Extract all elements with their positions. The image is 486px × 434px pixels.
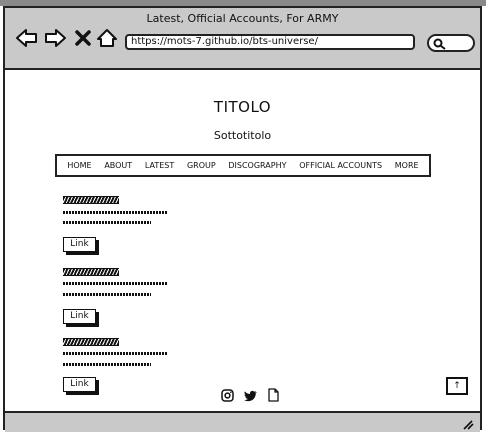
home-icon[interactable] bbox=[95, 26, 119, 50]
post-heading-placeholder bbox=[63, 268, 119, 276]
browser-window: Latest, Official Accounts, For ARMY http… bbox=[3, 6, 482, 432]
nav-item-about[interactable]: ABOUT bbox=[104, 161, 132, 170]
page-title: TITOLO bbox=[213, 98, 272, 116]
post-text-placeholder bbox=[63, 363, 151, 366]
post-text-placeholder bbox=[63, 211, 167, 214]
post-text-placeholder bbox=[63, 282, 167, 285]
post-text-placeholder bbox=[63, 352, 167, 355]
post-link-button[interactable]: Link bbox=[63, 377, 96, 392]
forward-arrow-icon[interactable] bbox=[43, 26, 67, 50]
post-heading-placeholder bbox=[63, 338, 119, 346]
resize-grip-icon[interactable] bbox=[462, 420, 474, 430]
close-icon[interactable] bbox=[71, 26, 95, 50]
url-bar[interactable]: https://mots-7.github.io/bts-universe/ bbox=[125, 34, 415, 50]
twitter-icon[interactable] bbox=[244, 387, 258, 406]
document-icon[interactable] bbox=[268, 387, 279, 406]
nav-item-latest[interactable]: LATEST bbox=[145, 161, 174, 170]
nav-item-home[interactable]: HOME bbox=[67, 161, 91, 170]
post-link-button[interactable]: Link bbox=[63, 309, 96, 324]
page-subtitle: Sottotitolo bbox=[213, 129, 272, 142]
back-arrow-icon[interactable] bbox=[15, 26, 39, 50]
footer-social-icons bbox=[221, 387, 291, 406]
nav-item-official-accounts[interactable]: OFFICIAL ACCOUNTS bbox=[299, 161, 382, 170]
window-title: Latest, Official Accounts, For ARMY bbox=[146, 12, 339, 25]
nav-item-more[interactable]: MORE bbox=[395, 161, 419, 170]
instagram-icon[interactable] bbox=[221, 387, 234, 406]
post-heading-placeholder bbox=[63, 196, 119, 204]
post-text-placeholder bbox=[63, 221, 151, 224]
main-navigation: HOME ABOUT LATEST GROUP DISCOGRAPHY OFFI… bbox=[55, 154, 431, 177]
search-icon bbox=[433, 38, 446, 50]
status-bar bbox=[5, 411, 480, 432]
post-link-button[interactable]: Link bbox=[63, 237, 96, 252]
nav-item-group[interactable]: GROUP bbox=[187, 161, 216, 170]
browser-chrome: Latest, Official Accounts, For ARMY http… bbox=[5, 8, 480, 70]
search-field[interactable] bbox=[427, 34, 475, 52]
scroll-to-top-button[interactable]: ↑ bbox=[446, 377, 468, 395]
post-text-placeholder bbox=[63, 293, 151, 296]
nav-item-discography[interactable]: DISCOGRAPHY bbox=[228, 161, 286, 170]
